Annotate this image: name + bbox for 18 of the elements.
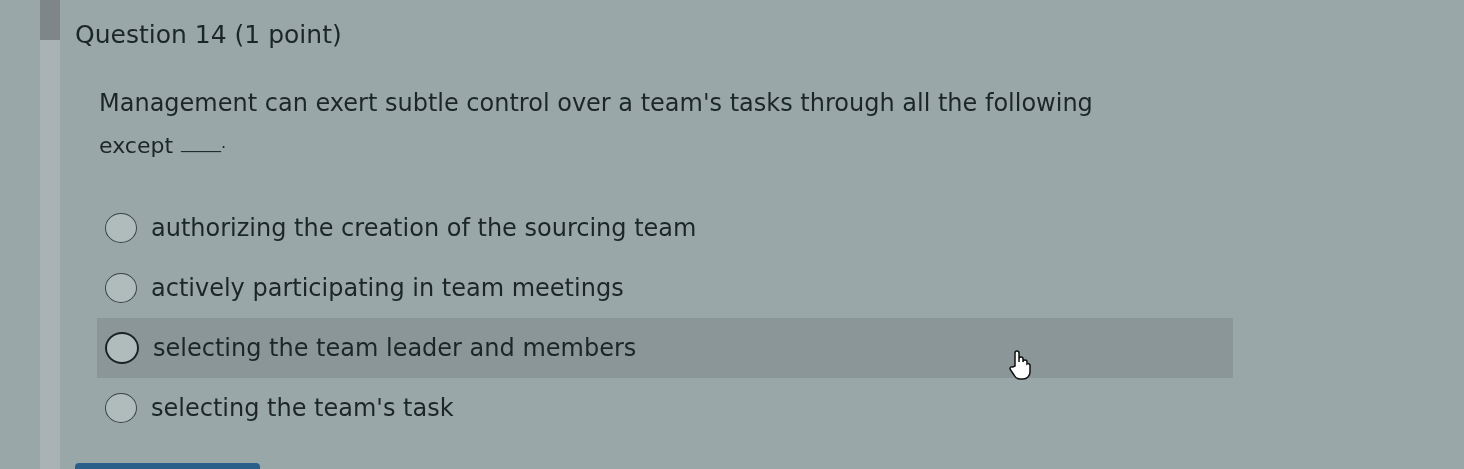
radio-button[interactable] <box>105 393 137 423</box>
option-label: selecting the team's task <box>151 394 454 422</box>
answer-option[interactable]: selecting the team's task <box>97 378 1233 438</box>
answer-blank: _____. <box>181 133 227 154</box>
question-prompt: Management can exert subtle control over a team's tasks through all the following <box>99 89 1094 117</box>
option-label: selecting the team leader and members <box>153 334 637 362</box>
radio-button[interactable] <box>105 332 139 364</box>
answer-option[interactable]: selecting the team leader and members <box>97 318 1233 378</box>
option-label: authorizing the creation of the sourcing team <box>151 214 697 242</box>
answer-option[interactable]: authorizing the creation of the sourcing team <box>97 198 1233 258</box>
question-prompt: except <box>99 133 173 158</box>
radio-button[interactable] <box>105 273 137 303</box>
question-title: Question 14 <box>75 20 227 49</box>
question-points: (1 point) <box>234 20 342 49</box>
option-label: actively participating in team meetings <box>151 274 624 302</box>
answer-option[interactable]: actively participating in team meetings <box>97 258 1233 318</box>
radio-button[interactable] <box>105 213 137 243</box>
hand-cursor-icon <box>1009 350 1031 380</box>
